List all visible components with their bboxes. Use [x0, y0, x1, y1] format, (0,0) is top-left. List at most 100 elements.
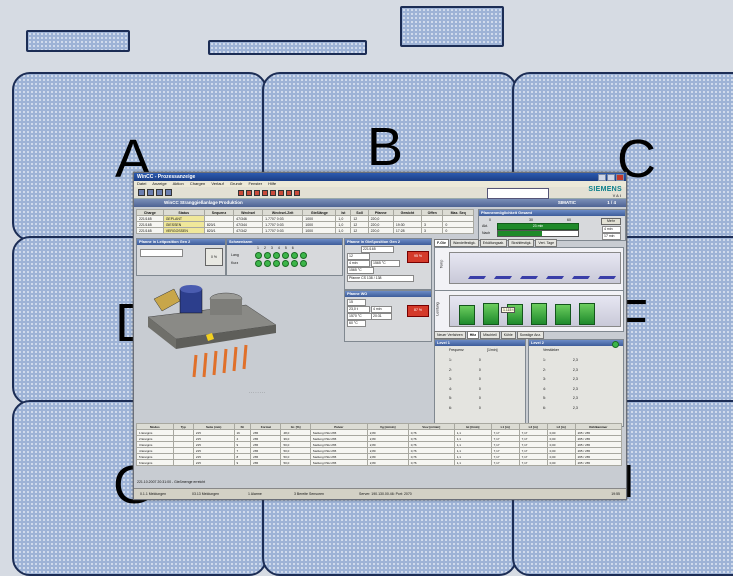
headline-brand: SIMATIC	[557, 200, 576, 205]
level2-rows: 1: 2,3 2: 2,3 3: 2,3 4: 2,3 5: 2,3 6: 2,…	[543, 356, 578, 413]
home-icon[interactable]	[156, 189, 163, 196]
headline-text: WinCC Stranggießanlage Produktion	[164, 200, 243, 205]
trend-icon[interactable]	[246, 190, 252, 196]
chart2-bar	[531, 303, 547, 325]
next-clock-field: 20:31	[371, 313, 392, 320]
chart1-y-label: Temp	[439, 259, 444, 269]
nach-bar-fill	[498, 231, 542, 236]
next-weight-field: 23,0 t	[347, 306, 370, 313]
close-icon[interactable]	[616, 174, 624, 181]
forward-icon[interactable]	[147, 189, 154, 196]
ladle-scale-60: 60	[567, 218, 571, 222]
level1-title: Level 1	[435, 340, 525, 346]
chart1-bar	[545, 276, 565, 279]
swing-arm-panel: Schwenkarm 123456 Lang Kurz	[226, 238, 343, 276]
casting-seq-field: 12	[347, 253, 370, 260]
next-time-field: 4 min	[371, 306, 392, 313]
info-icon[interactable]	[294, 190, 300, 196]
menu-item-anzeige[interactable]: Anzeige	[152, 181, 166, 186]
mould-chart-2: Leistung 1.115 t	[434, 290, 624, 332]
chart1-bar	[519, 276, 539, 279]
nach-bar	[497, 230, 579, 237]
company-logo: SIEMENS VAI	[588, 186, 622, 198]
state-leds-kurz	[255, 260, 309, 268]
chart1-bar	[493, 276, 513, 279]
level1-head-freq: Frequenz	[449, 348, 464, 352]
status-sensors[interactable]: 3 Bereite Sensoren	[294, 491, 324, 497]
top-bar-middle	[208, 40, 367, 55]
caster-illustration	[147, 285, 277, 378]
toolbar-icons-center	[238, 190, 300, 196]
list-item: 1: 2,3	[543, 358, 578, 362]
headline-bar: WinCC Stranggießanlage Produktion SIMATI…	[134, 199, 626, 207]
list-item: 1: 0	[449, 358, 481, 362]
remaining-time-1: 4 min	[602, 226, 621, 233]
tab-neuer[interactable]: Neuer Verfahren	[434, 331, 466, 339]
menu-item-aktion[interactable]: Aktion	[173, 181, 184, 186]
swing-arm-columns: 123456	[257, 246, 294, 250]
ladle-fill-percent: 0 %	[205, 248, 223, 266]
level1-rows: 1: 0 2: 0 3: 0 4: 0 5: 0 6: 0	[449, 356, 481, 413]
chart1-bar	[597, 276, 617, 279]
tab-sonstige[interactable]: Sonstige Anz.	[516, 331, 545, 339]
chart1-bar	[467, 276, 487, 279]
list-item: 6: 2,3	[543, 405, 578, 410]
table-row[interactable]: 221/165 VERGOSSEN 820/1 47/342 1.7707 0:03 10…	[136, 227, 474, 234]
ladle-time-panel: Pfannenmöglichkeit Gesamt 0 30 60 Akt. 2…	[478, 209, 626, 241]
status-messages-2[interactable]: 03.13 Meldungen	[192, 491, 219, 497]
back-icon[interactable]	[138, 189, 145, 196]
headline-pager[interactable]: 1 / 4	[607, 199, 616, 207]
ladle-position-title: Pfanne in Leitposition Gen 2	[137, 239, 225, 245]
tab-misch[interactable]: Mischteil	[480, 331, 500, 339]
lock-icon[interactable]	[286, 190, 292, 196]
next-ladle-panel: Pfanne WO 15 23,0 t 4 min 1570 °C 20:31 …	[344, 290, 432, 342]
level2-title: Level 2	[529, 340, 623, 346]
chart1-plot	[449, 252, 621, 284]
maximize-icon[interactable]	[607, 174, 615, 181]
chart1-bar	[571, 276, 591, 279]
settings-tabs: Neuer Verfahren Hitz Mischteil Kühle Sonstig…	[434, 331, 545, 339]
list-item: 5: 2,3	[543, 396, 578, 400]
tab-wandel[interactable]: Wandelfestigk.	[449, 239, 479, 247]
level1-head-unit: [1/min]	[487, 348, 498, 352]
tab-strahl[interactable]: Strahlfestigk.	[508, 239, 535, 247]
menu-item-chargen[interactable]: Chargen	[190, 181, 205, 186]
alarm-icon[interactable]	[238, 190, 244, 196]
user-icon[interactable]	[262, 190, 268, 196]
status-alarms[interactable]: 1 Alarme	[248, 491, 262, 497]
menu-item-datei[interactable]: Datei	[137, 181, 146, 186]
mehr-button[interactable]: Mehr	[601, 218, 621, 225]
next-temp-field: 1570 °C	[347, 313, 372, 320]
casting-ladle-combo[interactable]: Pfanne CS 138 / 138	[347, 275, 414, 282]
status-messages-1[interactable]: 0.1.1 Meldungen	[140, 491, 166, 497]
menu-item-hilfe[interactable]: Hilfe	[268, 181, 276, 186]
level2-status-led	[612, 340, 619, 348]
level2-head: Verstärker	[543, 348, 559, 352]
casting-temp2-field: 1565 °C	[347, 267, 374, 274]
chart2-bar	[483, 303, 499, 325]
list-item: 3: 2,3	[543, 377, 578, 381]
casting-fill-indicator: 95 %	[407, 251, 429, 263]
casting-ladle-title: Pfanne in Gießposition Gen 2	[345, 239, 431, 245]
next-fill-indicator: 87 %	[407, 305, 429, 317]
chart2-y-label: Leistung	[435, 302, 440, 316]
help-icon[interactable]	[278, 190, 284, 196]
tab-f-gie[interactable]: F-Gie	[434, 239, 449, 247]
next-ladle-title: Pfanne WO	[345, 291, 431, 297]
menu-item-fenster[interactable]: Fenster	[248, 181, 262, 186]
tab-kuehle[interactable]: Kühle	[500, 331, 516, 339]
state-leds-lang	[255, 252, 309, 260]
print-icon[interactable]	[165, 189, 172, 196]
minimize-icon[interactable]	[598, 174, 606, 181]
status-server: Server: 190.130.00.46: Port: 2070	[359, 492, 412, 496]
menu-item-verlauf[interactable]: Verlauf	[211, 181, 223, 186]
settings-icon[interactable]	[270, 190, 276, 196]
hmi-window[interactable]: WinCC - Prozessanzeige Datei Anzeige Akt…	[133, 172, 627, 500]
report-icon[interactable]	[254, 190, 260, 196]
tab-hitz[interactable]: Hitz	[466, 331, 480, 339]
tab-erkaelt[interactable]: Erkältungsab.	[479, 239, 508, 247]
menu-item-grundr[interactable]: Grundr	[230, 181, 242, 186]
top-bar-right	[400, 6, 504, 47]
table-row[interactable]: 6 Ereignis 215 9 265 50,0 Stellung FSH 265 2,8…	[136, 459, 623, 466]
tab-vert[interactable]: Vert. Tage	[535, 239, 558, 247]
